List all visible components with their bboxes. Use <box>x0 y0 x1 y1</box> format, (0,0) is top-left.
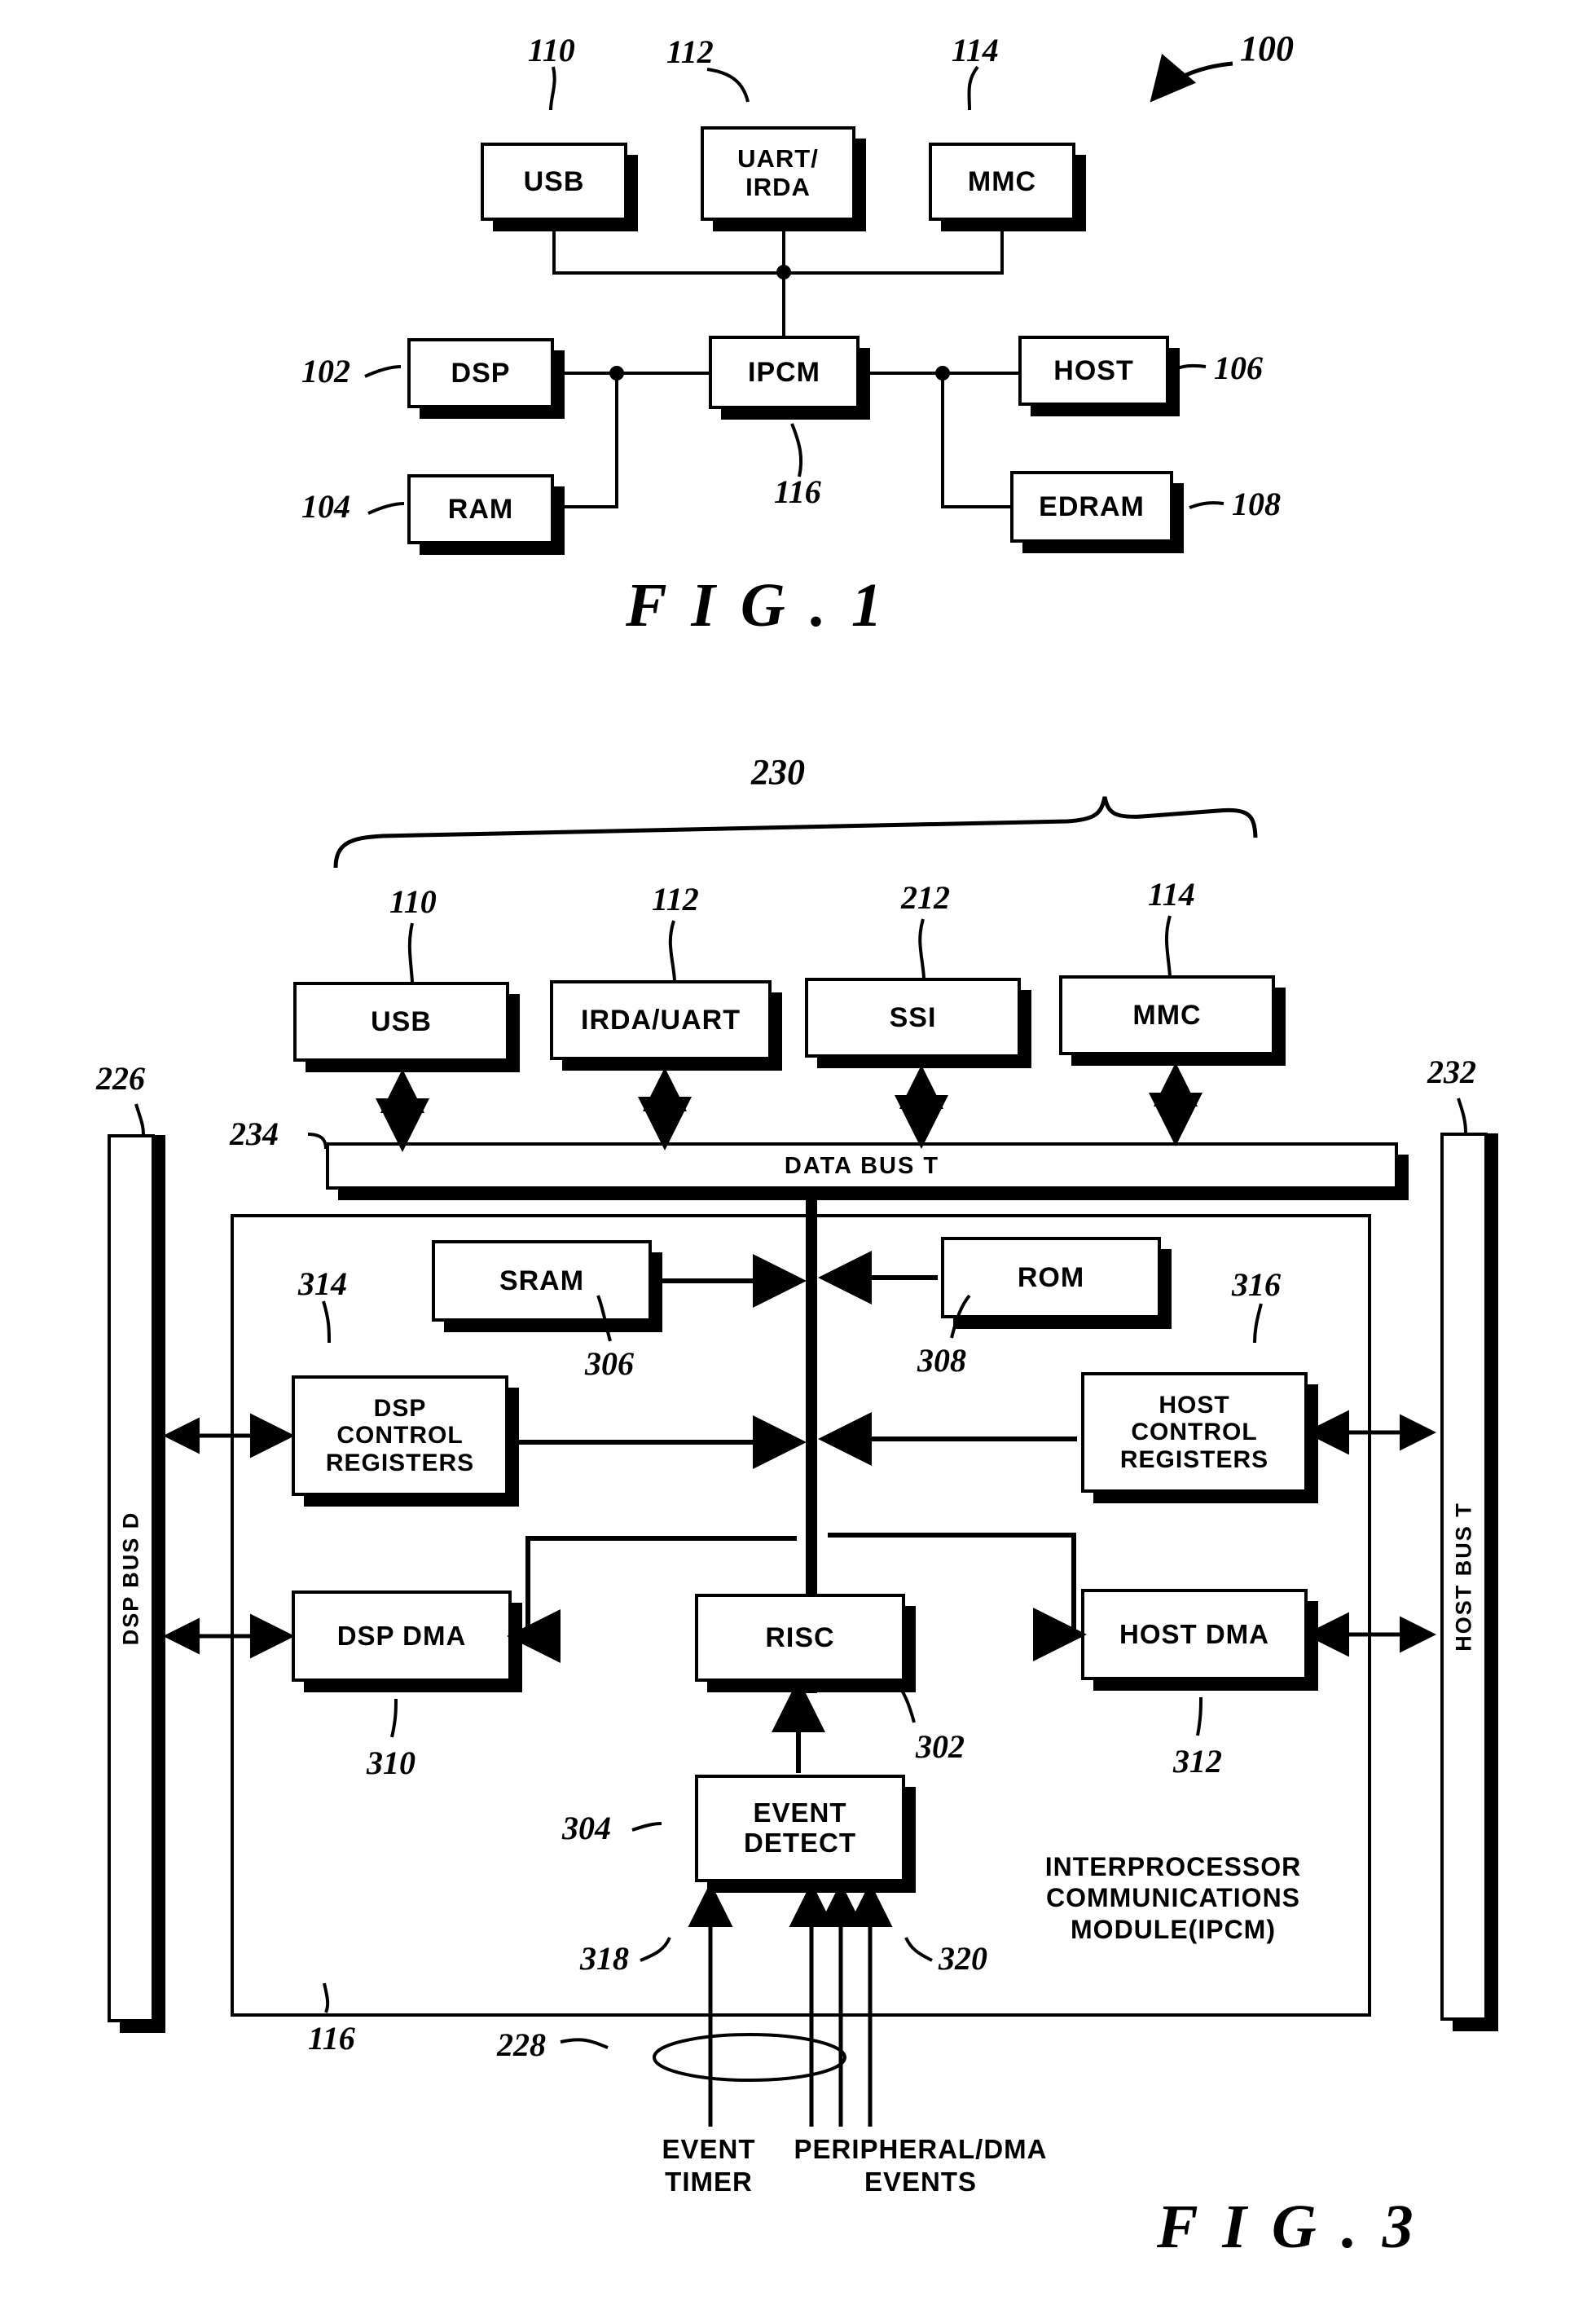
patent-drawing-sheet: 100 USB 110 UART/ IRDA 112 MMC 114 DSP 1… <box>0 0 1596 2323</box>
fig3-peripheral-irda-uart: IRDA/UART <box>550 980 772 1060</box>
fig3-block-risc-label: RISC <box>765 1621 835 1653</box>
fig3-block-host-dma: HOST DMA <box>1081 1589 1308 1680</box>
fig3-ref-320: 320 <box>939 1940 987 1977</box>
fig1-block-uart-irda-label: UART/ IRDA <box>737 144 819 201</box>
fig1-wire-usb-down <box>552 221 556 275</box>
fig3-peripheral-ssi: SSI <box>805 978 1021 1058</box>
fig3-ref-116: 116 <box>308 2020 355 2057</box>
fig1-wire-mmc-down <box>1000 221 1004 275</box>
fig3-dsp-bus: DSP BUS D <box>108 1134 155 2022</box>
fig3-ref-312: 312 <box>1173 1743 1222 1780</box>
fig1-wire-mmc-across <box>782 271 1004 275</box>
fig1-junction-left <box>609 366 624 381</box>
fig1-wire-left-down <box>615 372 618 508</box>
fig3-block-rom: ROM <box>941 1237 1161 1318</box>
fig1-ref-114: 114 <box>952 32 999 68</box>
fig3-ref-212: 212 <box>901 879 950 916</box>
fig1-block-usb-label: USB <box>523 165 585 197</box>
fig3-data-bus-label: DATA BUS T <box>784 1152 940 1179</box>
fig1-ref-108: 108 <box>1232 486 1281 522</box>
fig3-title: F I G . 3 <box>1157 2193 1418 2261</box>
fig1-system-ref: 100 <box>1240 29 1294 68</box>
fig3-ref-314: 314 <box>298 1265 347 1302</box>
fig3-dsp-bus-label: DSP BUS D <box>118 1511 143 1646</box>
fig3-peripheral-dma-events-caption: PERIPHERAL/DMA EVENTS <box>794 2134 1048 2197</box>
fig1-wire-right-down <box>941 372 944 508</box>
fig3-block-host-dma-label: HOST DMA <box>1119 1618 1269 1649</box>
fig3-ref-228: 228 <box>497 2026 546 2063</box>
fig1-junction-right <box>935 366 950 381</box>
fig1-ref-116: 116 <box>774 473 821 510</box>
fig1-ref-102: 102 <box>301 353 350 389</box>
fig1-block-host-label: HOST <box>1053 354 1134 386</box>
fig1-block-ram: RAM <box>407 474 554 544</box>
fig3-peripheral-mmc: MMC <box>1059 975 1275 1055</box>
fig3-ref-304: 304 <box>562 1810 611 1846</box>
fig1-block-ram-label: RAM <box>447 493 514 525</box>
fig3-block-sram-label: SRAM <box>499 1265 585 1296</box>
fig3-ref-110: 110 <box>389 883 437 920</box>
fig1-wire-edram <box>941 505 1014 508</box>
fig3-ref-316: 316 <box>1232 1266 1281 1303</box>
fig3-block-dsp-control-registers-label: DSP CONTROL REGISTERS <box>325 1394 475 1476</box>
fig3-ref-226: 226 <box>96 1060 145 1097</box>
fig3-module-caption: INTERPROCESSOR COMMUNICATIONS MODULE(IPC… <box>1044 1852 1302 1944</box>
fig3-block-host-control-registers-label: HOST CONTROL REGISTERS <box>1119 1391 1269 1473</box>
fig3-block-event-detect-label: EVENT DETECT <box>744 1797 856 1858</box>
fig1-ref-106: 106 <box>1214 350 1263 386</box>
fig3-ref-318: 318 <box>580 1940 629 1977</box>
fig1-wire-ram <box>551 505 618 508</box>
fig1-block-edram: EDRAM <box>1010 471 1173 543</box>
fig3-peripheral-irda-uart-label: IRDA/UART <box>581 1004 741 1036</box>
fig3-block-dsp-dma-label: DSP DMA <box>336 1620 467 1651</box>
fig3-ref-114: 114 <box>1148 876 1195 913</box>
fig1-ref-112: 112 <box>666 33 714 70</box>
fig3-ref-306: 306 <box>585 1345 634 1382</box>
fig3-block-host-control-registers: HOST CONTROL REGISTERS <box>1081 1372 1308 1493</box>
fig1-block-usb: USB <box>481 143 627 221</box>
fig1-block-dsp-label: DSP <box>451 357 511 389</box>
fig3-ref-310: 310 <box>367 1744 415 1781</box>
fig3-peripheral-ssi-label: SSI <box>889 1001 937 1033</box>
fig3-peripheral-usb-label: USB <box>371 1005 432 1037</box>
fig3-block-dsp-dma: DSP DMA <box>292 1590 512 1682</box>
fig1-junction-top <box>776 265 791 279</box>
fig3-ref-230: 230 <box>751 752 805 792</box>
fig3-host-bus: HOST BUS T <box>1440 1133 1488 2021</box>
fig1-title: F I G . 1 <box>626 571 887 640</box>
fig1-block-dsp: DSP <box>407 338 554 408</box>
fig3-ref-234: 234 <box>230 1115 279 1152</box>
fig1-wire-dsp-ipcm <box>551 372 712 375</box>
fig3-block-event-detect: EVENT DETECT <box>695 1775 905 1882</box>
fig1-block-mmc-label: MMC <box>967 165 1037 197</box>
fig3-ref-112: 112 <box>652 881 699 917</box>
fig1-wire-usb-across <box>552 271 785 275</box>
fig1-block-host: HOST <box>1018 336 1169 406</box>
fig1-block-uart-irda: UART/ IRDA <box>701 126 855 221</box>
fig3-block-rom-label: ROM <box>1017 1261 1085 1293</box>
fig1-block-ipcm-label: IPCM <box>748 356 820 388</box>
fig3-ref-232: 232 <box>1427 1054 1476 1090</box>
fig3-peripheral-mmc-label: MMC <box>1132 999 1202 1031</box>
fig3-event-timer-caption: EVENT TIMER <box>662 2134 756 2197</box>
fig3-block-dsp-control-registers: DSP CONTROL REGISTERS <box>292 1375 508 1496</box>
fig3-data-bus: DATA BUS T <box>326 1142 1398 1190</box>
fig1-block-mmc: MMC <box>929 143 1075 221</box>
fig1-block-ipcm: IPCM <box>709 336 860 409</box>
fig1-ref-110: 110 <box>528 32 575 68</box>
fig3-ref-308: 308 <box>917 1342 966 1379</box>
fig3-block-risc: RISC <box>695 1594 905 1682</box>
fig1-ref-104: 104 <box>301 488 350 525</box>
fig3-ref-302: 302 <box>916 1728 965 1765</box>
fig3-host-bus-label: HOST BUS T <box>1451 1502 1476 1652</box>
fig3-block-sram: SRAM <box>432 1240 652 1322</box>
fig3-peripheral-usb: USB <box>293 982 509 1062</box>
fig1-block-edram-label: EDRAM <box>1039 491 1145 522</box>
